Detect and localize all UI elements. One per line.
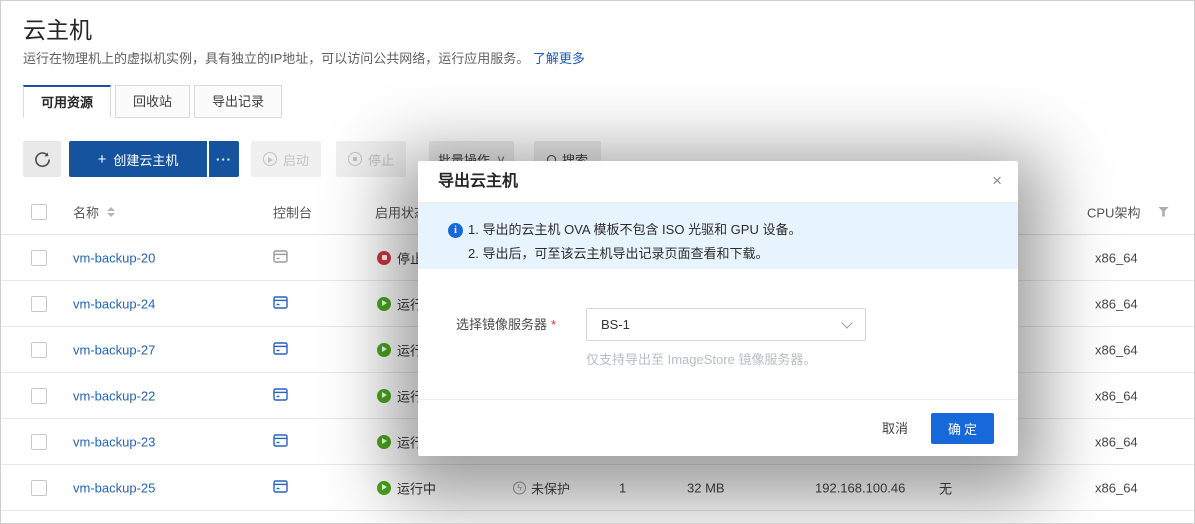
alert-line-1: 1. 导出的云主机 OVA 模板不包含 ISO 光驱和 GPU 设备。 (468, 218, 801, 242)
row-checkbox[interactable] (31, 250, 47, 266)
vm-name-link[interactable]: vm-backup-20 (73, 250, 155, 265)
vm-name-link[interactable]: vm-backup-23 (73, 434, 155, 449)
status-icon (377, 251, 391, 265)
image-server-select[interactable]: BS-1 (586, 308, 866, 341)
console-icon[interactable] (273, 388, 288, 404)
image-server-hint: 仅支持导出至 ImageStore 镜像服务器。 (586, 349, 816, 368)
console-icon[interactable] (273, 480, 288, 496)
cpu-count: 1 (619, 480, 626, 495)
more-actions-button[interactable]: ··· (209, 141, 239, 177)
row-checkbox[interactable] (31, 342, 47, 358)
select-all-checkbox[interactable] (31, 204, 47, 220)
vm-name-link[interactable]: vm-backup-27 (73, 342, 155, 357)
page-description: 运行在物理机上的虚拟机实例，具有独立的IP地址，可以访问公共网络，运行应用服务。… (23, 48, 585, 67)
confirm-button[interactable]: 确定 (931, 413, 994, 444)
start-button[interactable]: 启动 (251, 141, 321, 177)
status-text: 运行中 (397, 478, 436, 497)
image-server-label-text: 选择镜像服务器 (456, 317, 547, 332)
start-icon (263, 152, 277, 166)
learn-more-link[interactable]: 了解更多 (533, 51, 585, 66)
stop-icon (348, 152, 362, 166)
plus-icon: + (98, 151, 107, 168)
info-alert: i 1. 导出的云主机 OVA 模板不包含 ISO 光驱和 GPU 设备。 2.… (418, 203, 1018, 269)
sort-icon[interactable] (107, 207, 115, 217)
console-icon[interactable] (273, 296, 288, 312)
export-vm-modal: 导出云主机 × i 1. 导出的云主机 OVA 模板不包含 ISO 光驱和 GP… (418, 161, 1018, 456)
row-checkbox[interactable] (31, 434, 47, 450)
close-icon[interactable]: × (992, 171, 1002, 191)
cpu-arch: x86_64 (1095, 388, 1138, 403)
filter-icon[interactable] (1158, 207, 1169, 217)
table-row: vm-backup-25 运行中 ϟ 未保护 1 32 MB 192.168.1… (1, 465, 1194, 511)
status-icon (377, 389, 391, 403)
status-icon (377, 343, 391, 357)
chevron-down-icon (841, 317, 852, 328)
cpu-arch: x86_64 (1095, 342, 1138, 357)
memory: 32 MB (687, 480, 725, 495)
vm-name-link[interactable]: vm-backup-24 (73, 296, 155, 311)
cpu-arch: x86_64 (1095, 296, 1138, 311)
refresh-icon (34, 151, 51, 168)
image-server-label: 选择镜像服务器 * (456, 308, 556, 341)
vm-name-link[interactable]: vm-backup-25 (73, 480, 155, 495)
required-mark: * (551, 317, 556, 332)
console-icon[interactable] (273, 434, 288, 450)
console-icon[interactable] (273, 342, 288, 358)
status-icon (377, 435, 391, 449)
protection-text: 未保护 (531, 478, 570, 497)
header-name[interactable]: 名称 (73, 202, 99, 221)
start-label: 启动 (283, 150, 309, 169)
cpu-arch: x86_64 (1095, 434, 1138, 449)
image-server-selected-value: BS-1 (601, 309, 630, 340)
row-checkbox[interactable] (31, 388, 47, 404)
header-cpu-arch: CPU架构 (1087, 202, 1140, 221)
cpu-arch: x86_64 (1095, 480, 1138, 495)
tab-recycle-bin[interactable]: 回收站 (115, 85, 190, 118)
status-icon (377, 297, 391, 311)
vm-list-page: 云主机 运行在物理机上的虚拟机实例，具有独立的IP地址，可以访问公共网络，运行应… (0, 0, 1195, 524)
modal-title: 导出云主机 (438, 161, 518, 203)
tab-available-resources[interactable]: 可用资源 (23, 85, 111, 118)
tab-export-records[interactable]: 导出记录 (194, 85, 282, 118)
ha-value: 无 (939, 478, 952, 497)
console-icon[interactable] (273, 250, 288, 266)
modal-footer-divider (418, 399, 1018, 400)
status-icon (377, 481, 391, 495)
cpu-arch: x86_64 (1095, 250, 1138, 265)
cancel-button[interactable]: 取消 (882, 413, 908, 444)
vm-name-link[interactable]: vm-backup-22 (73, 388, 155, 403)
stop-button[interactable]: 停止 (336, 141, 406, 177)
protection-icon: ϟ (513, 481, 526, 494)
row-checkbox[interactable] (31, 296, 47, 312)
alert-line-2: 2. 导出后，可至该云主机导出记录页面查看和下载。 (468, 242, 768, 266)
header-console: 控制台 (273, 202, 312, 221)
page-title: 云主机 (23, 11, 92, 45)
info-icon: i (448, 223, 463, 238)
create-vm-label: 创建云主机 (113, 150, 178, 169)
modal-header: 导出云主机 × (418, 161, 1018, 203)
tab-bar: 可用资源 回收站 导出记录 (23, 85, 1194, 119)
stop-label: 停止 (368, 150, 394, 169)
row-checkbox[interactable] (31, 480, 47, 496)
ip-address: 192.168.100.46 (815, 480, 905, 495)
page-description-text: 运行在物理机上的虚拟机实例，具有独立的IP地址，可以访问公共网络，运行应用服务。 (23, 51, 529, 66)
refresh-button[interactable] (23, 141, 61, 177)
create-vm-button[interactable]: + 创建云主机 (69, 141, 207, 177)
